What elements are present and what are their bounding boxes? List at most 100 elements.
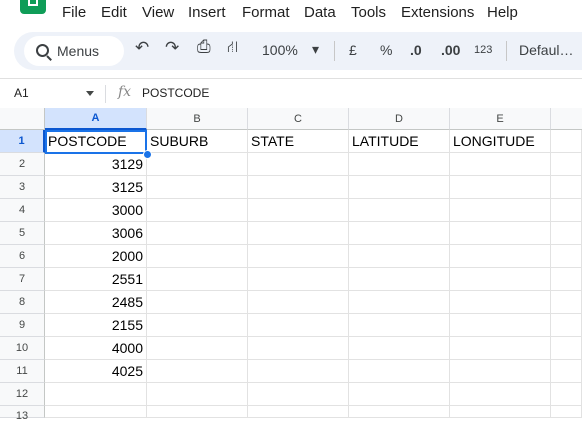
cell-c8[interactable]	[248, 291, 349, 314]
cell-f1[interactable]	[551, 130, 582, 153]
cell-e10[interactable]	[450, 337, 551, 360]
currency-format-button[interactable]: £	[349, 42, 357, 58]
percent-format-button[interactable]: %	[380, 42, 392, 58]
cell-f8[interactable]	[551, 291, 582, 314]
cell-b6[interactable]	[147, 245, 248, 268]
cell-d4[interactable]	[349, 199, 450, 222]
cell-d7[interactable]	[349, 268, 450, 291]
cell-d5[interactable]	[349, 222, 450, 245]
cell-e12[interactable]	[450, 383, 551, 406]
cell-a4[interactable]: 3000	[45, 199, 147, 222]
undo-icon[interactable]: ↶	[135, 38, 149, 58]
cell-f7[interactable]	[551, 268, 582, 291]
row-header-1[interactable]: 1	[0, 130, 45, 153]
cell-f6[interactable]	[551, 245, 582, 268]
cell-e1[interactable]: LONGITUDE	[450, 130, 551, 153]
cell-f13[interactable]	[551, 406, 582, 418]
cell-c12[interactable]	[248, 383, 349, 406]
select-all-corner[interactable]	[0, 108, 45, 130]
cell-e4[interactable]	[450, 199, 551, 222]
cell-a9[interactable]: 2155	[45, 314, 147, 337]
cell-a1[interactable]: POSTCODE	[45, 130, 147, 153]
menu-format[interactable]: Format	[242, 4, 290, 21]
print-icon[interactable]: ⎙	[197, 37, 211, 57]
cell-e8[interactable]	[450, 291, 551, 314]
paint-format-icon[interactable]: ⛙	[227, 38, 238, 58]
fill-handle[interactable]	[143, 150, 152, 159]
row-header-7[interactable]: 7	[0, 268, 45, 291]
cell-a13[interactable]	[45, 406, 147, 418]
cell-d2[interactable]	[349, 153, 450, 176]
font-family-select[interactable]: Defaul…	[519, 42, 573, 58]
cell-d8[interactable]	[349, 291, 450, 314]
cell-f3[interactable]	[551, 176, 582, 199]
cell-a7[interactable]: 2551	[45, 268, 147, 291]
column-header-a[interactable]: A	[45, 108, 147, 130]
chevron-down-icon[interactable]	[86, 91, 94, 96]
cell-d3[interactable]	[349, 176, 450, 199]
cell-f11[interactable]	[551, 360, 582, 383]
cell-b9[interactable]	[147, 314, 248, 337]
cell-f12[interactable]	[551, 383, 582, 406]
row-header-8[interactable]: 8	[0, 291, 45, 314]
cell-c6[interactable]	[248, 245, 349, 268]
cell-c9[interactable]	[248, 314, 349, 337]
menu-tools[interactable]: Tools	[351, 4, 386, 21]
cell-b1[interactable]: SUBURB	[147, 130, 248, 153]
cell-c11[interactable]	[248, 360, 349, 383]
cell-e7[interactable]	[450, 268, 551, 291]
cell-f2[interactable]	[551, 153, 582, 176]
zoom-select[interactable]: 100%	[262, 42, 298, 58]
decrease-decimal-button[interactable]: .0	[410, 42, 422, 58]
row-header-2[interactable]: 2	[0, 153, 45, 176]
cell-a2[interactable]: 3129	[45, 153, 147, 176]
cell-c4[interactable]	[248, 199, 349, 222]
menu-extensions[interactable]: Extensions	[401, 4, 474, 21]
cell-c10[interactable]	[248, 337, 349, 360]
row-header-12[interactable]: 12	[0, 383, 45, 406]
column-header-c[interactable]: C	[248, 108, 349, 130]
cell-c2[interactable]	[248, 153, 349, 176]
menu-insert[interactable]: Insert	[188, 4, 226, 21]
formula-input[interactable]: POSTCODE	[142, 86, 209, 100]
number-format-button[interactable]: 123	[474, 44, 492, 56]
cell-d10[interactable]	[349, 337, 450, 360]
cell-b7[interactable]	[147, 268, 248, 291]
cell-b3[interactable]	[147, 176, 248, 199]
row-header-4[interactable]: 4	[0, 199, 45, 222]
cell-c3[interactable]	[248, 176, 349, 199]
cell-a5[interactable]: 3006	[45, 222, 147, 245]
menu-file[interactable]: File	[62, 4, 86, 21]
menu-data[interactable]: Data	[304, 4, 336, 21]
menu-help[interactable]: Help	[487, 4, 518, 21]
chevron-down-icon[interactable]: ▾	[312, 41, 319, 58]
cell-a11[interactable]: 4025	[45, 360, 147, 383]
cell-d13[interactable]	[349, 406, 450, 418]
cell-b5[interactable]	[147, 222, 248, 245]
menu-view[interactable]: View	[142, 4, 174, 21]
row-header-3[interactable]: 3	[0, 176, 45, 199]
row-header-11[interactable]: 11	[0, 360, 45, 383]
column-header-f[interactable]	[551, 108, 582, 130]
cell-b4[interactable]	[147, 199, 248, 222]
cell-c13[interactable]	[248, 406, 349, 418]
cell-c7[interactable]	[248, 268, 349, 291]
cell-b13[interactable]	[147, 406, 248, 418]
row-header-9[interactable]: 9	[0, 314, 45, 337]
cell-e11[interactable]	[450, 360, 551, 383]
cell-c1[interactable]: STATE	[248, 130, 349, 153]
cell-d6[interactable]	[349, 245, 450, 268]
row-header-6[interactable]: 6	[0, 245, 45, 268]
cell-a3[interactable]: 3125	[45, 176, 147, 199]
column-header-d[interactable]: D	[349, 108, 450, 130]
cell-d11[interactable]	[349, 360, 450, 383]
cell-f9[interactable]	[551, 314, 582, 337]
cell-e13[interactable]	[450, 406, 551, 418]
cell-e2[interactable]	[450, 153, 551, 176]
cell-e9[interactable]	[450, 314, 551, 337]
cell-d12[interactable]	[349, 383, 450, 406]
redo-icon[interactable]: ↷	[165, 38, 179, 58]
cell-e6[interactable]	[450, 245, 551, 268]
cell-b8[interactable]	[147, 291, 248, 314]
row-header-13[interactable]: 13	[0, 406, 45, 422]
